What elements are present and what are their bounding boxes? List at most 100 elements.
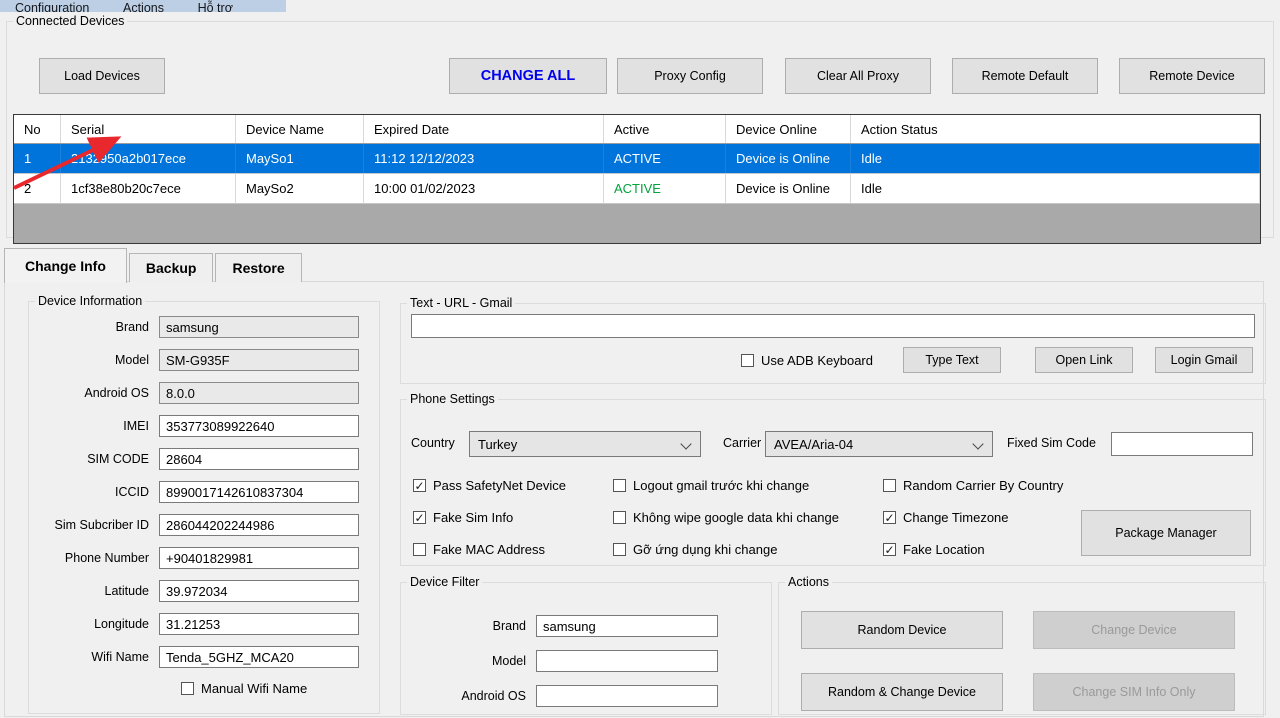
random-device-button[interactable]: Random Device <box>801 611 1003 649</box>
menu-actions[interactable]: Actions <box>108 0 179 12</box>
remote-device-button[interactable]: Remote Device <box>1119 58 1265 94</box>
field-iccid: ICCID <box>29 481 369 503</box>
change-timezone-label: Change Timezone <box>903 510 1009 525</box>
tab-restore[interactable]: Restore <box>215 253 301 282</box>
brand-field[interactable] <box>159 316 359 338</box>
random-carrier-by-country-checkbox[interactable]: Random Carrier By Country <box>883 478 1063 493</box>
actions-title: Actions <box>785 575 832 589</box>
change-timezone-checkbox[interactable]: Change Timezone <box>883 510 1009 525</box>
use-adb-keyboard-checkbox[interactable]: Use ADB Keyboard <box>741 353 873 368</box>
model-label: Model <box>29 353 159 367</box>
cell-no: 1 <box>14 144 61 173</box>
filter-brand-label: Brand <box>401 619 526 633</box>
go-ung-dung-label: Gỡ ứng dụng khi change <box>633 542 777 557</box>
wifi-name-field[interactable] <box>159 646 359 668</box>
device-table-header: No Serial Device Name Expired Date Activ… <box>14 115 1260 144</box>
carrier-label: Carrier <box>723 436 761 450</box>
random-and-change-device-button[interactable]: Random & Change Device <box>801 673 1003 711</box>
col-expired-date[interactable]: Expired Date <box>364 115 604 143</box>
checkbox-box <box>613 511 626 524</box>
proxy-config-button[interactable]: Proxy Config <box>617 58 763 94</box>
filter-model-field[interactable] <box>536 650 718 672</box>
carrier-value: AVEA/Aria-04 <box>774 437 853 452</box>
tab-change-info[interactable]: Change Info <box>4 248 127 283</box>
cell-active: ACTIVE <box>604 144 726 173</box>
package-manager-button[interactable]: Package Manager <box>1081 510 1251 556</box>
open-link-button[interactable]: Open Link <box>1035 347 1133 373</box>
field-longitude: Longitude <box>29 613 369 635</box>
cell-expired-date: 10:00 01/02/2023 <box>364 174 604 203</box>
cell-active: ACTIVE <box>604 174 726 203</box>
random-carrier-by-country-label: Random Carrier By Country <box>903 478 1063 493</box>
tab-backup[interactable]: Backup <box>129 253 214 282</box>
iccid-field[interactable] <box>159 481 359 503</box>
field-wifi-name: Wifi Name <box>29 646 369 668</box>
cell-no: 2 <box>14 174 61 203</box>
cell-serial: 1cf38e80b20c7ece <box>61 174 236 203</box>
carrier-select[interactable]: AVEA/Aria-04 <box>765 431 993 457</box>
text-url-gmail-title: Text - URL - Gmail <box>407 296 515 310</box>
change-device-button[interactable]: Change Device <box>1033 611 1235 649</box>
field-sim-code: SIM CODE <box>29 448 369 470</box>
filter-brand-field[interactable] <box>536 615 718 637</box>
field-brand: Brand <box>29 316 369 338</box>
logout-gmail-checkbox[interactable]: Logout gmail trước khi change <box>613 478 809 493</box>
fake-sim-info-checkbox[interactable]: Fake Sim Info <box>413 510 513 525</box>
actions-group: Actions Random Device Change Device Rand… <box>778 575 1266 715</box>
field-android-os: Android OS <box>29 382 369 404</box>
android-os-label: Android OS <box>29 386 159 400</box>
col-device-name[interactable]: Device Name <box>236 115 364 143</box>
table-row[interactable]: 1 2132950a2b017ece MaySo1 11:12 12/12/20… <box>14 144 1260 174</box>
cell-device-name: MaySo1 <box>236 144 364 173</box>
checkbox-box <box>613 479 626 492</box>
model-field[interactable] <box>159 349 359 371</box>
checkbox-box <box>413 543 426 556</box>
cell-device-name: MaySo2 <box>236 174 364 203</box>
checkbox-box <box>883 479 896 492</box>
login-gmail-button[interactable]: Login Gmail <box>1155 347 1253 373</box>
manual-wifi-name-checkbox[interactable]: Manual Wifi Name <box>181 681 369 696</box>
android-os-field[interactable] <box>159 382 359 404</box>
filter-android-os-label: Android OS <box>401 689 526 703</box>
filter-android-os-field[interactable] <box>536 685 718 707</box>
col-serial[interactable]: Serial <box>61 115 236 143</box>
type-text-button[interactable]: Type Text <box>903 347 1001 373</box>
latitude-field[interactable] <box>159 580 359 602</box>
col-action-status[interactable]: Action Status <box>851 115 1260 143</box>
khong-wipe-google-data-checkbox[interactable]: Không wipe google data khi change <box>613 510 839 525</box>
go-ung-dung-checkbox[interactable]: Gỡ ứng dụng khi change <box>613 542 777 557</box>
longitude-label: Longitude <box>29 617 159 631</box>
pass-safetynet-checkbox[interactable]: Pass SafetyNet Device <box>413 478 566 493</box>
sim-code-field[interactable] <box>159 448 359 470</box>
fake-location-checkbox[interactable]: Fake Location <box>883 542 985 557</box>
cell-action-status: Idle <box>851 144 1260 173</box>
imei-field[interactable] <box>159 415 359 437</box>
menu-bar: Configuration Actions Hỗ trợ <box>0 0 286 12</box>
field-model: Model <box>29 349 369 371</box>
phone-number-field[interactable] <box>159 547 359 569</box>
longitude-field[interactable] <box>159 613 359 635</box>
chevron-down-icon <box>972 438 983 449</box>
table-row[interactable]: 2 1cf38e80b20c7ece MaySo2 10:00 01/02/20… <box>14 174 1260 204</box>
fake-location-label: Fake Location <box>903 542 985 557</box>
text-url-gmail-input[interactable] <box>411 314 1255 338</box>
menu-ho-tro[interactable]: Hỗ trợ <box>183 0 248 12</box>
change-sim-info-only-button[interactable]: Change SIM Info Only <box>1033 673 1235 711</box>
col-active[interactable]: Active <box>604 115 726 143</box>
remote-default-button[interactable]: Remote Default <box>952 58 1098 94</box>
col-no[interactable]: No <box>14 115 61 143</box>
device-filter-group: Device Filter Brand Model Android OS <box>400 575 772 715</box>
fixed-sim-code-field[interactable] <box>1111 432 1253 456</box>
brand-label: Brand <box>29 320 159 334</box>
sim-subcriber-id-field[interactable] <box>159 514 359 536</box>
phone-settings-group: Phone Settings Country Turkey Carrier AV… <box>400 392 1266 566</box>
fake-mac-address-checkbox[interactable]: Fake MAC Address <box>413 542 545 557</box>
load-devices-button[interactable]: Load Devices <box>39 58 165 94</box>
col-device-online[interactable]: Device Online <box>726 115 851 143</box>
menu-configuration[interactable]: Configuration <box>0 0 104 12</box>
logout-gmail-label: Logout gmail trước khi change <box>633 478 809 493</box>
clear-all-proxy-button[interactable]: Clear All Proxy <box>785 58 931 94</box>
phone-settings-title: Phone Settings <box>407 392 498 406</box>
country-select[interactable]: Turkey <box>469 431 701 457</box>
change-all-button[interactable]: CHANGE ALL <box>449 58 607 94</box>
